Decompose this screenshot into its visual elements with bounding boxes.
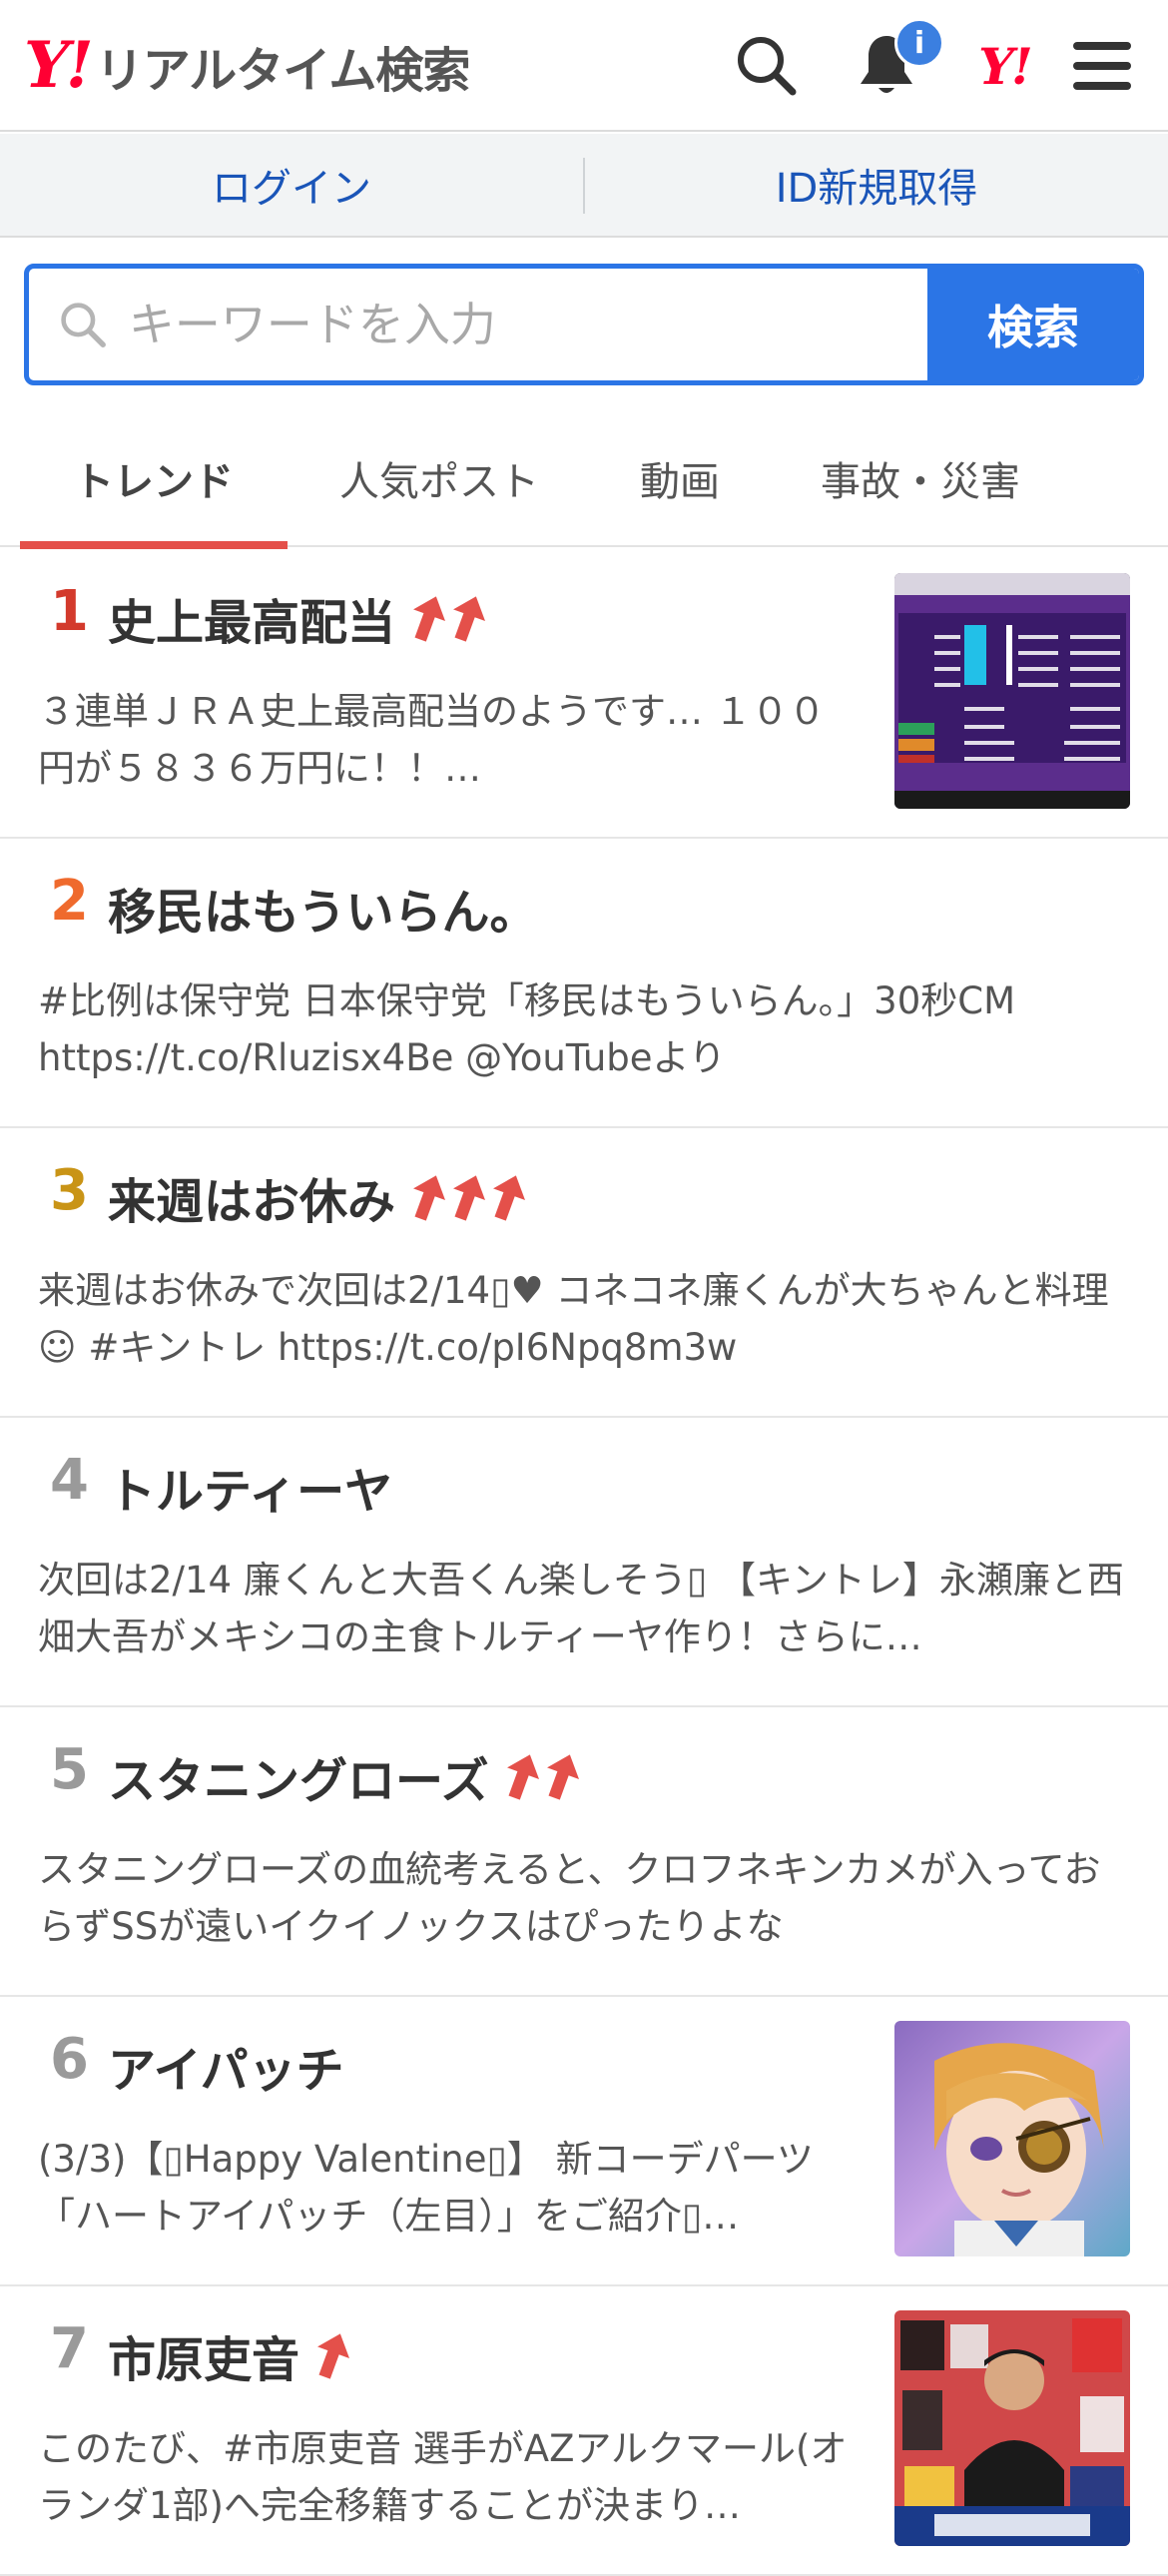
login-bar: ログイン ID新規取得 <box>0 134 1168 238</box>
yahoo-logo-mark: Y! <box>24 28 94 103</box>
trend-title: 市原吏音 <box>108 2332 300 2388</box>
up-arrow-icon <box>453 596 486 642</box>
trend-rank: 3 <box>50 1158 89 1223</box>
trend-rank: 6 <box>50 2027 89 2092</box>
trend-description: 来週はお休みで次回は2/14▯♥ コネコネ廉くんが大ちゃんと料理☺ #キントレ … <box>38 1269 1109 1369</box>
trend-rank: 5 <box>50 1737 89 1802</box>
search-box: 検索 <box>24 264 1144 385</box>
trend-thumbnail-anime-character[interactable] <box>894 2021 1130 2256</box>
trend-list: 1 史上最高配当 ３連単ＪＲＡ史上最高配当のようです… １００円が５８３６万円に… <box>0 549 1168 2576</box>
up-arrow-icon <box>546 1754 579 1800</box>
trend-item-7[interactable]: 7 市原吏音 このたび、#市原吏音 選手がAZアルクマール(オランダ1部)へ完全… <box>0 2286 1168 2576</box>
notification-badge: i <box>894 18 944 68</box>
trend-title: 来週はお休み <box>108 1174 396 1230</box>
trend-thumbnail-soccer-poster[interactable] <box>894 2310 1130 2546</box>
signup-link[interactable]: ID新規取得 <box>585 134 1168 236</box>
app-header: Y! リアルタイム検索 i Y! <box>0 0 1168 132</box>
trend-item-3[interactable]: 3 来週はお休み 来週はお休みで次回は2/14▯♥ コネコネ廉くんが大ちゃんと料… <box>0 1128 1168 1418</box>
notification-bell-icon[interactable]: i <box>847 18 944 106</box>
trend-title-row: 史上最高配当 <box>108 583 489 653</box>
yahoo-home-icon[interactable]: Y! <box>964 26 1044 106</box>
trend-rank: 2 <box>50 869 89 934</box>
trend-up-arrows <box>503 1751 583 1801</box>
trend-description: #比例は保守党 日本保守党「移民はもういらん。」30秒CM https://t.… <box>38 979 1015 1079</box>
trend-rank: 7 <box>50 2316 89 2381</box>
tab-videos[interactable]: 動画 <box>591 409 769 547</box>
trend-description: ３連単ＪＲＡ史上最高配当のようです… １００円が５８３６万円に！！… <box>38 690 826 790</box>
trend-description: スタニングローズの血統考えると、クロフネキンカメが入っておらずSSが遠いイクイノ… <box>38 1848 1101 1948</box>
trend-title-row: トルティーヤ <box>108 1452 392 1522</box>
trend-rank: 1 <box>50 579 89 644</box>
trend-title: スタニングローズ <box>108 1753 489 1809</box>
trend-item-6[interactable]: 6 アイパッチ (3/3)【▯Happy Valentine▯】 新コーデパーツ… <box>0 1997 1168 2286</box>
up-arrow-icon <box>317 2333 350 2379</box>
up-arrow-icon <box>506 1754 539 1800</box>
search-input-wrap <box>29 269 927 380</box>
up-arrow-icon <box>453 1175 486 1221</box>
search-icon[interactable] <box>727 26 807 106</box>
trend-title-row: スタニングローズ <box>108 1741 583 1811</box>
tab-popular-posts[interactable]: 人気ポスト <box>288 409 591 547</box>
search-field-icon <box>61 303 106 347</box>
trend-title-row: アイパッチ <box>108 2031 344 2101</box>
category-tabs: トレンド 人気ポスト 動画 事故・災害 <box>0 409 1168 549</box>
trend-title-row: 移民はもういらん。 <box>108 873 538 943</box>
trend-title: トルティーヤ <box>108 1464 393 1520</box>
trend-thumbnail-odds-board[interactable] <box>894 573 1130 809</box>
trend-title: 史上最高配当 <box>108 595 396 651</box>
trend-description: このたび、#市原吏音 選手がAZアルクマール(オランダ1部)へ完全移籍することが… <box>38 2427 848 2527</box>
up-arrow-icon <box>413 1175 446 1221</box>
trend-title: 移民はもういらん。 <box>108 885 538 941</box>
trend-title: アイパッチ <box>108 2043 344 2099</box>
tab-trend[interactable]: トレンド <box>20 409 288 549</box>
trend-description: 次回は2/14 廉くんと大吾くん楽しそう▯ 【キントレ】永瀬廉と西畑大吾がメキシ… <box>38 1559 1124 1658</box>
trend-title-row: 市原吏音 <box>108 2320 353 2390</box>
yahoo-short-logo: Y! <box>978 36 1033 96</box>
search-button[interactable]: 検索 <box>927 269 1139 380</box>
trend-description: (3/3)【▯Happy Valentine▯】 新コーデパーツ「ハートアイパッ… <box>38 2138 814 2238</box>
search-input[interactable] <box>128 269 927 380</box>
logo-title: リアルタイム検索 <box>95 43 471 99</box>
up-arrow-icon <box>413 596 446 642</box>
up-arrow-icon <box>493 1175 526 1221</box>
trend-up-arrows <box>313 2330 353 2380</box>
trend-up-arrows <box>409 1172 529 1222</box>
trend-title-row: 来週はお休み <box>108 1162 529 1232</box>
trend-item-1[interactable]: 1 史上最高配当 ３連単ＪＲＡ史上最高配当のようです… １００円が５８３６万円に… <box>0 549 1168 839</box>
trend-rank: 4 <box>50 1448 89 1513</box>
yahoo-realtime-logo[interactable]: Y! リアルタイム検索 <box>24 28 471 104</box>
trend-item-4[interactable]: 4 トルティーヤ 次回は2/14 廉くんと大吾くん楽しそう▯ 【キントレ】永瀬廉… <box>0 1418 1168 1707</box>
trend-up-arrows <box>409 593 489 643</box>
hamburger-menu-icon[interactable] <box>1062 26 1142 106</box>
tab-accidents-disasters[interactable]: 事故・災害 <box>769 409 1072 547</box>
trend-item-2[interactable]: 2 移民はもういらん。 #比例は保守党 日本保守党「移民はもういらん。」30秒C… <box>0 839 1168 1128</box>
trend-item-5[interactable]: 5 スタニングローズ スタニングローズの血統考えると、クロフネキンカメが入ってお… <box>0 1707 1168 1997</box>
login-link[interactable]: ログイン <box>0 134 583 236</box>
